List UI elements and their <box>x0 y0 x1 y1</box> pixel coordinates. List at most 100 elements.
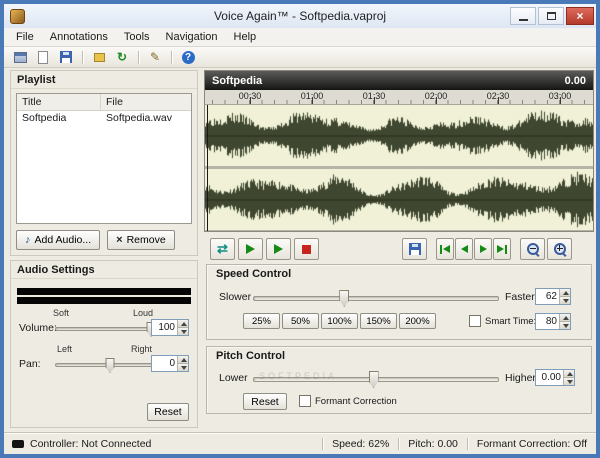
project-button[interactable] <box>10 48 30 66</box>
speed-preset-100[interactable]: 100% <box>321 313 358 329</box>
zoom-in-icon <box>553 242 567 256</box>
go-start-button[interactable] <box>436 238 454 260</box>
add-audio-button[interactable]: ♪ Add Audio... <box>16 230 101 250</box>
menu-file[interactable]: File <box>8 29 42 45</box>
transport-bar: ⇄ <box>204 238 594 262</box>
formant-correction-label: Formant Correction <box>315 396 397 407</box>
playlist-list[interactable]: Title File Softpedia Softpedia.wav <box>16 93 192 224</box>
volume-label: Volume: <box>19 322 57 334</box>
help-icon: ? <box>181 50 195 64</box>
add-audio-label: Add Audio... <box>34 234 92 246</box>
playlist-header: Playlist <box>11 71 197 89</box>
slower-label: Slower <box>219 291 252 303</box>
remove-icon: × <box>116 234 123 246</box>
loud-label: Loud <box>133 308 154 318</box>
zoom-in-button[interactable] <box>547 238 572 260</box>
stop-icon <box>302 244 311 254</box>
waveform-left-channel[interactable] <box>205 105 593 166</box>
controller-icon <box>12 439 24 448</box>
play-button[interactable] <box>238 238 263 260</box>
go-start-icon <box>440 244 450 254</box>
waveform-title: Softpedia <box>212 74 263 87</box>
edit-button[interactable]: ✎ <box>145 48 165 66</box>
speed-preset-25[interactable]: 25% <box>243 313 280 329</box>
pitch-slider[interactable] <box>253 371 499 388</box>
right-label: Right <box>131 344 153 354</box>
audio-settings-panel: Audio Settings Soft Loud Volume: 100 Lef… <box>10 260 198 428</box>
formant-correction-checkbox[interactable] <box>299 395 311 407</box>
waveform-right-channel[interactable] <box>205 169 593 230</box>
pan-value: 0 <box>169 358 175 369</box>
time-ruler[interactable]: 00:30 01:00 01:30 02:00 02:30 03:00 <box>205 90 593 105</box>
waveform-display: Softpedia 0.00 00:30 01:00 01:30 02:00 0… <box>204 70 594 232</box>
smart-time-spinner[interactable]: 80 <box>535 313 571 330</box>
volume-spin-down[interactable] <box>178 328 188 335</box>
annotations-button[interactable] <box>89 48 109 66</box>
close-button[interactable]: × <box>566 7 594 25</box>
new-button[interactable] <box>33 48 53 66</box>
pitch-spinner[interactable]: 0.00 <box>535 369 575 386</box>
speed-spinner[interactable]: 62 <box>535 288 571 305</box>
smart-time-spin-down[interactable] <box>560 322 570 329</box>
app-icon <box>10 8 25 24</box>
smart-time-spin-up[interactable] <box>560 314 570 322</box>
speed-preset-150[interactable]: 150% <box>360 313 397 329</box>
pan-spinner[interactable]: 0 <box>151 355 189 372</box>
speed-slider-thumb[interactable] <box>339 290 350 307</box>
close-icon: × <box>576 9 584 23</box>
remove-button[interactable]: × Remove <box>107 230 175 250</box>
menu-tools[interactable]: Tools <box>116 29 158 45</box>
play-selection-button[interactable] <box>266 238 291 260</box>
help-button[interactable]: ? <box>178 48 198 66</box>
pitch-spin-down[interactable] <box>564 378 574 385</box>
volume-spin-up[interactable] <box>178 320 188 328</box>
smart-time-checkbox[interactable] <box>469 315 481 327</box>
pan-slider[interactable] <box>55 358 165 373</box>
pitch-spin-up[interactable] <box>564 370 574 378</box>
volume-spinner[interactable]: 100 <box>151 319 189 336</box>
playlist-row[interactable]: Softpedia Softpedia.wav <box>17 111 191 127</box>
save-button[interactable] <box>56 48 76 66</box>
column-header-title[interactable]: Title <box>17 94 101 110</box>
speed-spin-up[interactable] <box>560 289 570 297</box>
ruler-label: 03:00 <box>548 91 572 101</box>
speed-preset-50[interactable]: 50% <box>282 313 319 329</box>
playback-cursor[interactable] <box>207 105 208 231</box>
volume-slider[interactable] <box>55 322 165 337</box>
stop-button[interactable] <box>294 238 319 260</box>
go-end-button[interactable] <box>493 238 511 260</box>
pan-spin-up[interactable] <box>178 356 188 364</box>
prev-button[interactable] <box>455 238 473 260</box>
cell-title: Softpedia <box>22 112 67 124</box>
titlebar[interactable]: Voice Again™ - Softpedia.vaproj × <box>4 4 596 28</box>
save-audio-icon <box>408 243 421 255</box>
menu-help[interactable]: Help <box>226 29 265 45</box>
next-button[interactable] <box>474 238 492 260</box>
audio-reset-button[interactable]: Reset <box>147 403 189 421</box>
speed-slider[interactable] <box>253 290 499 307</box>
lower-label: Lower <box>219 372 248 384</box>
minimize-icon <box>518 18 528 21</box>
menu-navigation[interactable]: Navigation <box>158 29 226 45</box>
loop-button[interactable]: ⇄ <box>210 238 235 260</box>
waveform-channels[interactable] <box>205 105 593 231</box>
speed-spin-down[interactable] <box>560 297 570 304</box>
zoom-out-button[interactable] <box>520 238 545 260</box>
pitch-reset-button[interactable]: Reset <box>243 393 287 410</box>
smart-time-spin-buttons <box>559 314 570 329</box>
column-header-file[interactable]: File <box>101 94 191 110</box>
cell-file: Softpedia.wav <box>106 112 172 124</box>
pan-slider-thumb[interactable] <box>105 358 115 373</box>
play-selection-icon <box>274 244 283 254</box>
window-title: Voice Again™ - Softpedia.vaproj <box>213 9 387 23</box>
menu-annotations[interactable]: Annotations <box>42 29 116 45</box>
minimize-button[interactable] <box>510 7 536 25</box>
export-button[interactable] <box>402 238 427 260</box>
level-meter-right <box>17 297 191 304</box>
speed-preset-200[interactable]: 200% <box>399 313 436 329</box>
pitch-slider-thumb[interactable] <box>368 371 379 388</box>
refresh-button[interactable]: ↻ <box>112 48 132 66</box>
volume-row: Soft Loud Volume: 100 <box>19 308 189 341</box>
pan-spin-down[interactable] <box>178 364 188 371</box>
maximize-button[interactable] <box>538 7 564 25</box>
